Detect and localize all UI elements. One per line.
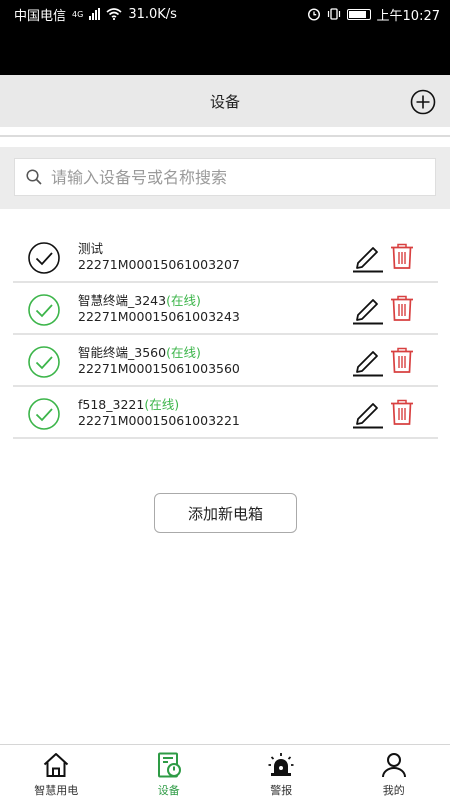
trash-icon[interactable] xyxy=(389,346,415,374)
search-input[interactable] xyxy=(51,167,411,187)
device-id: 22271M00015061003221 xyxy=(78,413,240,428)
user-icon xyxy=(381,753,406,778)
check-circle-icon xyxy=(28,294,60,326)
status-left: 中国电信 4G 31.0K/s xyxy=(14,5,177,24)
nav-item-mine[interactable]: 我的 xyxy=(338,745,450,800)
device-row[interactable]: 测试 22271M00015061003207 xyxy=(13,231,438,283)
nav-item-smart-power[interactable]: 智慧用电 xyxy=(0,745,113,800)
top-black-band xyxy=(0,28,450,75)
device-name: 测试 xyxy=(78,241,104,256)
check-circle-icon xyxy=(28,346,60,378)
device-name: 智能终端_3560(在线) xyxy=(78,345,201,360)
device-list: 测试 22271M00015061003207 智慧终端_3243(在线) 22… xyxy=(13,231,438,439)
nav-label: 设备 xyxy=(157,784,180,797)
header-divider xyxy=(0,127,450,147)
device-name: 智慧终端_3243(在线) xyxy=(78,293,201,308)
clock-time: 上午10:27 xyxy=(376,8,440,24)
edit-icon[interactable] xyxy=(351,241,385,273)
device-status: (在线) xyxy=(166,293,201,308)
network-type: 4G xyxy=(72,9,84,19)
device-info: 测试 22271M00015061003207 xyxy=(78,241,240,273)
search-area xyxy=(0,147,450,209)
device-row[interactable]: f518_3221(在线) 22271M00015061003221 xyxy=(13,387,438,439)
nav-item-devices[interactable]: 设备 xyxy=(113,745,226,800)
device-row[interactable]: 智能终端_3560(在线) 22271M00015061003560 xyxy=(13,335,438,387)
signal-icon xyxy=(89,8,101,20)
home-icon xyxy=(44,753,69,777)
status-right: 上午10:27 xyxy=(307,5,440,24)
battery-icon xyxy=(346,8,371,20)
device-status: (在线) xyxy=(166,345,201,360)
alarm-clock-icon xyxy=(307,8,320,21)
device-id: 22271M00015061003560 xyxy=(78,361,240,376)
alarm-icon xyxy=(268,753,294,776)
check-circle-icon xyxy=(28,242,60,274)
nav-label: 我的 xyxy=(382,784,405,797)
trash-icon[interactable] xyxy=(389,398,415,426)
trash-icon[interactable] xyxy=(389,242,415,270)
add-new-box-button[interactable]: 添加新电箱 xyxy=(154,493,297,533)
device-info: 智慧终端_3243(在线) 22271M00015061003243 xyxy=(78,293,240,325)
edit-icon[interactable] xyxy=(351,345,385,377)
trash-icon[interactable] xyxy=(389,294,415,322)
device-status: (在线) xyxy=(144,397,180,412)
nav-item-alarms[interactable]: 警报 xyxy=(225,745,338,800)
device-id: 22271M00015061003207 xyxy=(78,257,240,272)
bottom-nav: 智慧用电 设备 警报 我的 xyxy=(0,744,450,800)
app-header: 设备 xyxy=(0,75,450,127)
edit-icon[interactable] xyxy=(351,293,385,325)
page-title: 设备 xyxy=(209,92,240,111)
device-name: f518_3221(在线) xyxy=(78,397,180,412)
nav-label: 智慧用电 xyxy=(34,784,79,797)
status-bar: 中国电信 4G 31.0K/s 上午10:27 xyxy=(0,0,450,28)
carrier-name: 中国电信 xyxy=(14,8,67,24)
add-device-button[interactable] xyxy=(410,89,436,115)
vibrate-icon xyxy=(327,8,340,20)
device-info: 智能终端_3560(在线) 22271M00015061003560 xyxy=(78,345,240,377)
search-icon xyxy=(26,169,42,185)
device-icon xyxy=(157,752,181,778)
search-box[interactable] xyxy=(14,158,436,196)
device-info: f518_3221(在线) 22271M00015061003221 xyxy=(78,397,240,429)
network-speed: 31.0K/s xyxy=(128,6,177,22)
edit-icon[interactable] xyxy=(351,397,385,429)
check-circle-icon xyxy=(28,398,60,430)
nav-label: 警报 xyxy=(270,784,293,797)
device-row[interactable]: 智慧终端_3243(在线) 22271M00015061003243 xyxy=(13,283,438,335)
wifi-icon xyxy=(106,8,122,20)
device-id: 22271M00015061003243 xyxy=(78,309,240,324)
